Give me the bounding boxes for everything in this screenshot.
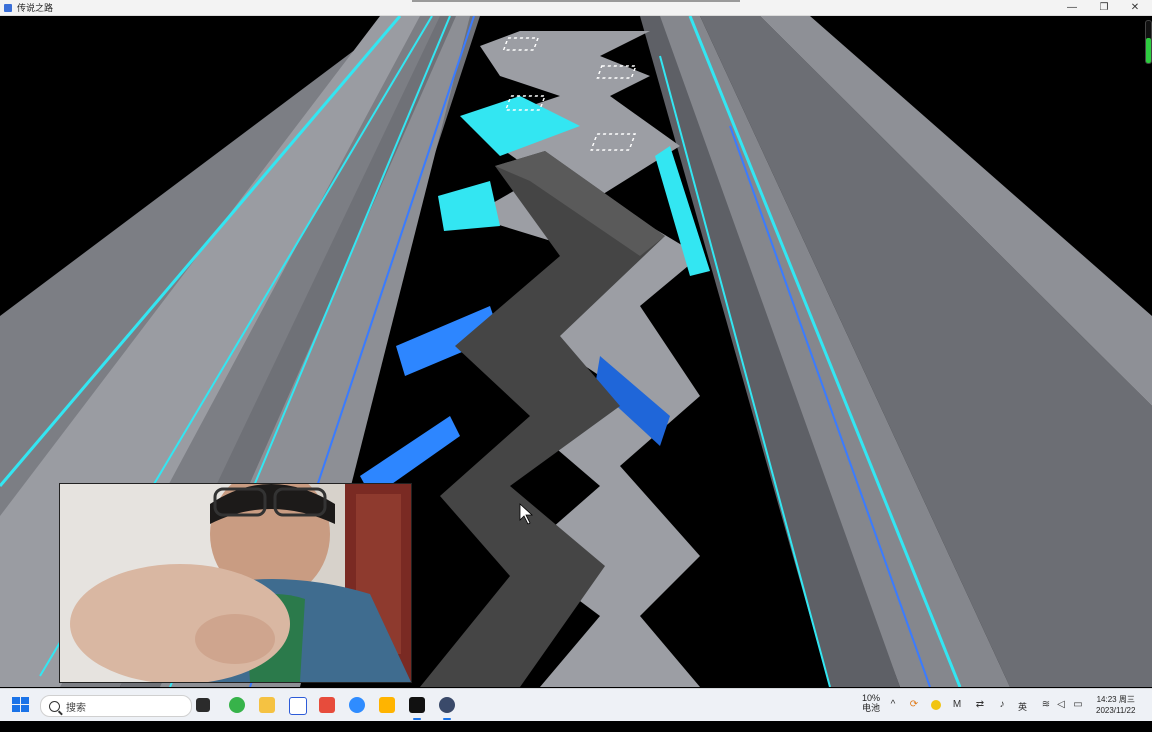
volume-icon[interactable]: ◁: [1056, 700, 1066, 710]
ime-indicator[interactable]: 英: [1018, 700, 1027, 732]
maximize-button[interactable]: ❐: [1088, 0, 1120, 15]
window-title-bar[interactable]: 传说之路 — ❐ ✕: [0, 0, 1152, 16]
edge-browser-icon[interactable]: [229, 697, 245, 713]
webcam-overlay: [59, 483, 412, 683]
close-button[interactable]: ✕: [1119, 0, 1151, 15]
system-clock[interactable]: 14:23 周三 2023/11/22: [1096, 694, 1135, 726]
wifi-icon[interactable]: ≋: [1041, 700, 1051, 710]
windows-start-icon[interactable]: [12, 697, 30, 713]
battery-label: 电池: [861, 703, 880, 713]
search-icon: [49, 700, 60, 712]
wps-tray-icon[interactable]: M: [952, 700, 962, 710]
red-app-icon[interactable]: [319, 697, 335, 713]
app-icon: [4, 3, 12, 12]
recorder-icon[interactable]: [409, 697, 425, 713]
wps-icon[interactable]: [289, 697, 307, 715]
game-app-icon[interactable]: [439, 697, 455, 713]
file-explorer-icon[interactable]: [259, 697, 275, 713]
transfer-icon[interactable]: ⇄: [975, 700, 985, 710]
clock-date: 2023/11/22: [1096, 706, 1136, 715]
energy-meter-fill: [1146, 37, 1151, 63]
title-progress-strip: [412, 0, 740, 2]
chevron-up-icon[interactable]: ^: [888, 700, 898, 710]
search-placeholder: 搜索: [66, 702, 86, 714]
app-tray-icon[interactable]: [931, 700, 941, 710]
microphone-icon[interactable]: ♪: [997, 700, 1007, 710]
energy-meter: [1145, 20, 1152, 64]
yellow-app-icon[interactable]: [379, 697, 395, 713]
cloud-drive-icon[interactable]: [349, 697, 365, 713]
window-title: 传说之路: [17, 3, 54, 13]
battery-percent: 10%: [861, 693, 880, 703]
task-view-icon[interactable]: [196, 698, 210, 712]
webcam-feed: [60, 484, 411, 682]
clock-time: 14:23 周三: [1096, 695, 1135, 704]
minimize-button[interactable]: —: [1056, 0, 1088, 15]
battery-status[interactable]: 10% 电池: [860, 693, 882, 725]
sync-icon[interactable]: ⟳: [909, 700, 919, 710]
battery-icon[interactable]: ▭: [1073, 700, 1083, 710]
taskbar-search-box[interactable]: 搜索: [40, 695, 192, 717]
windows-taskbar: 搜索 10% 电池 ^ ⟳ M ⇄ ♪ 英 ≋ ◁ ▭ 14:23 周三 202…: [0, 688, 1152, 721]
